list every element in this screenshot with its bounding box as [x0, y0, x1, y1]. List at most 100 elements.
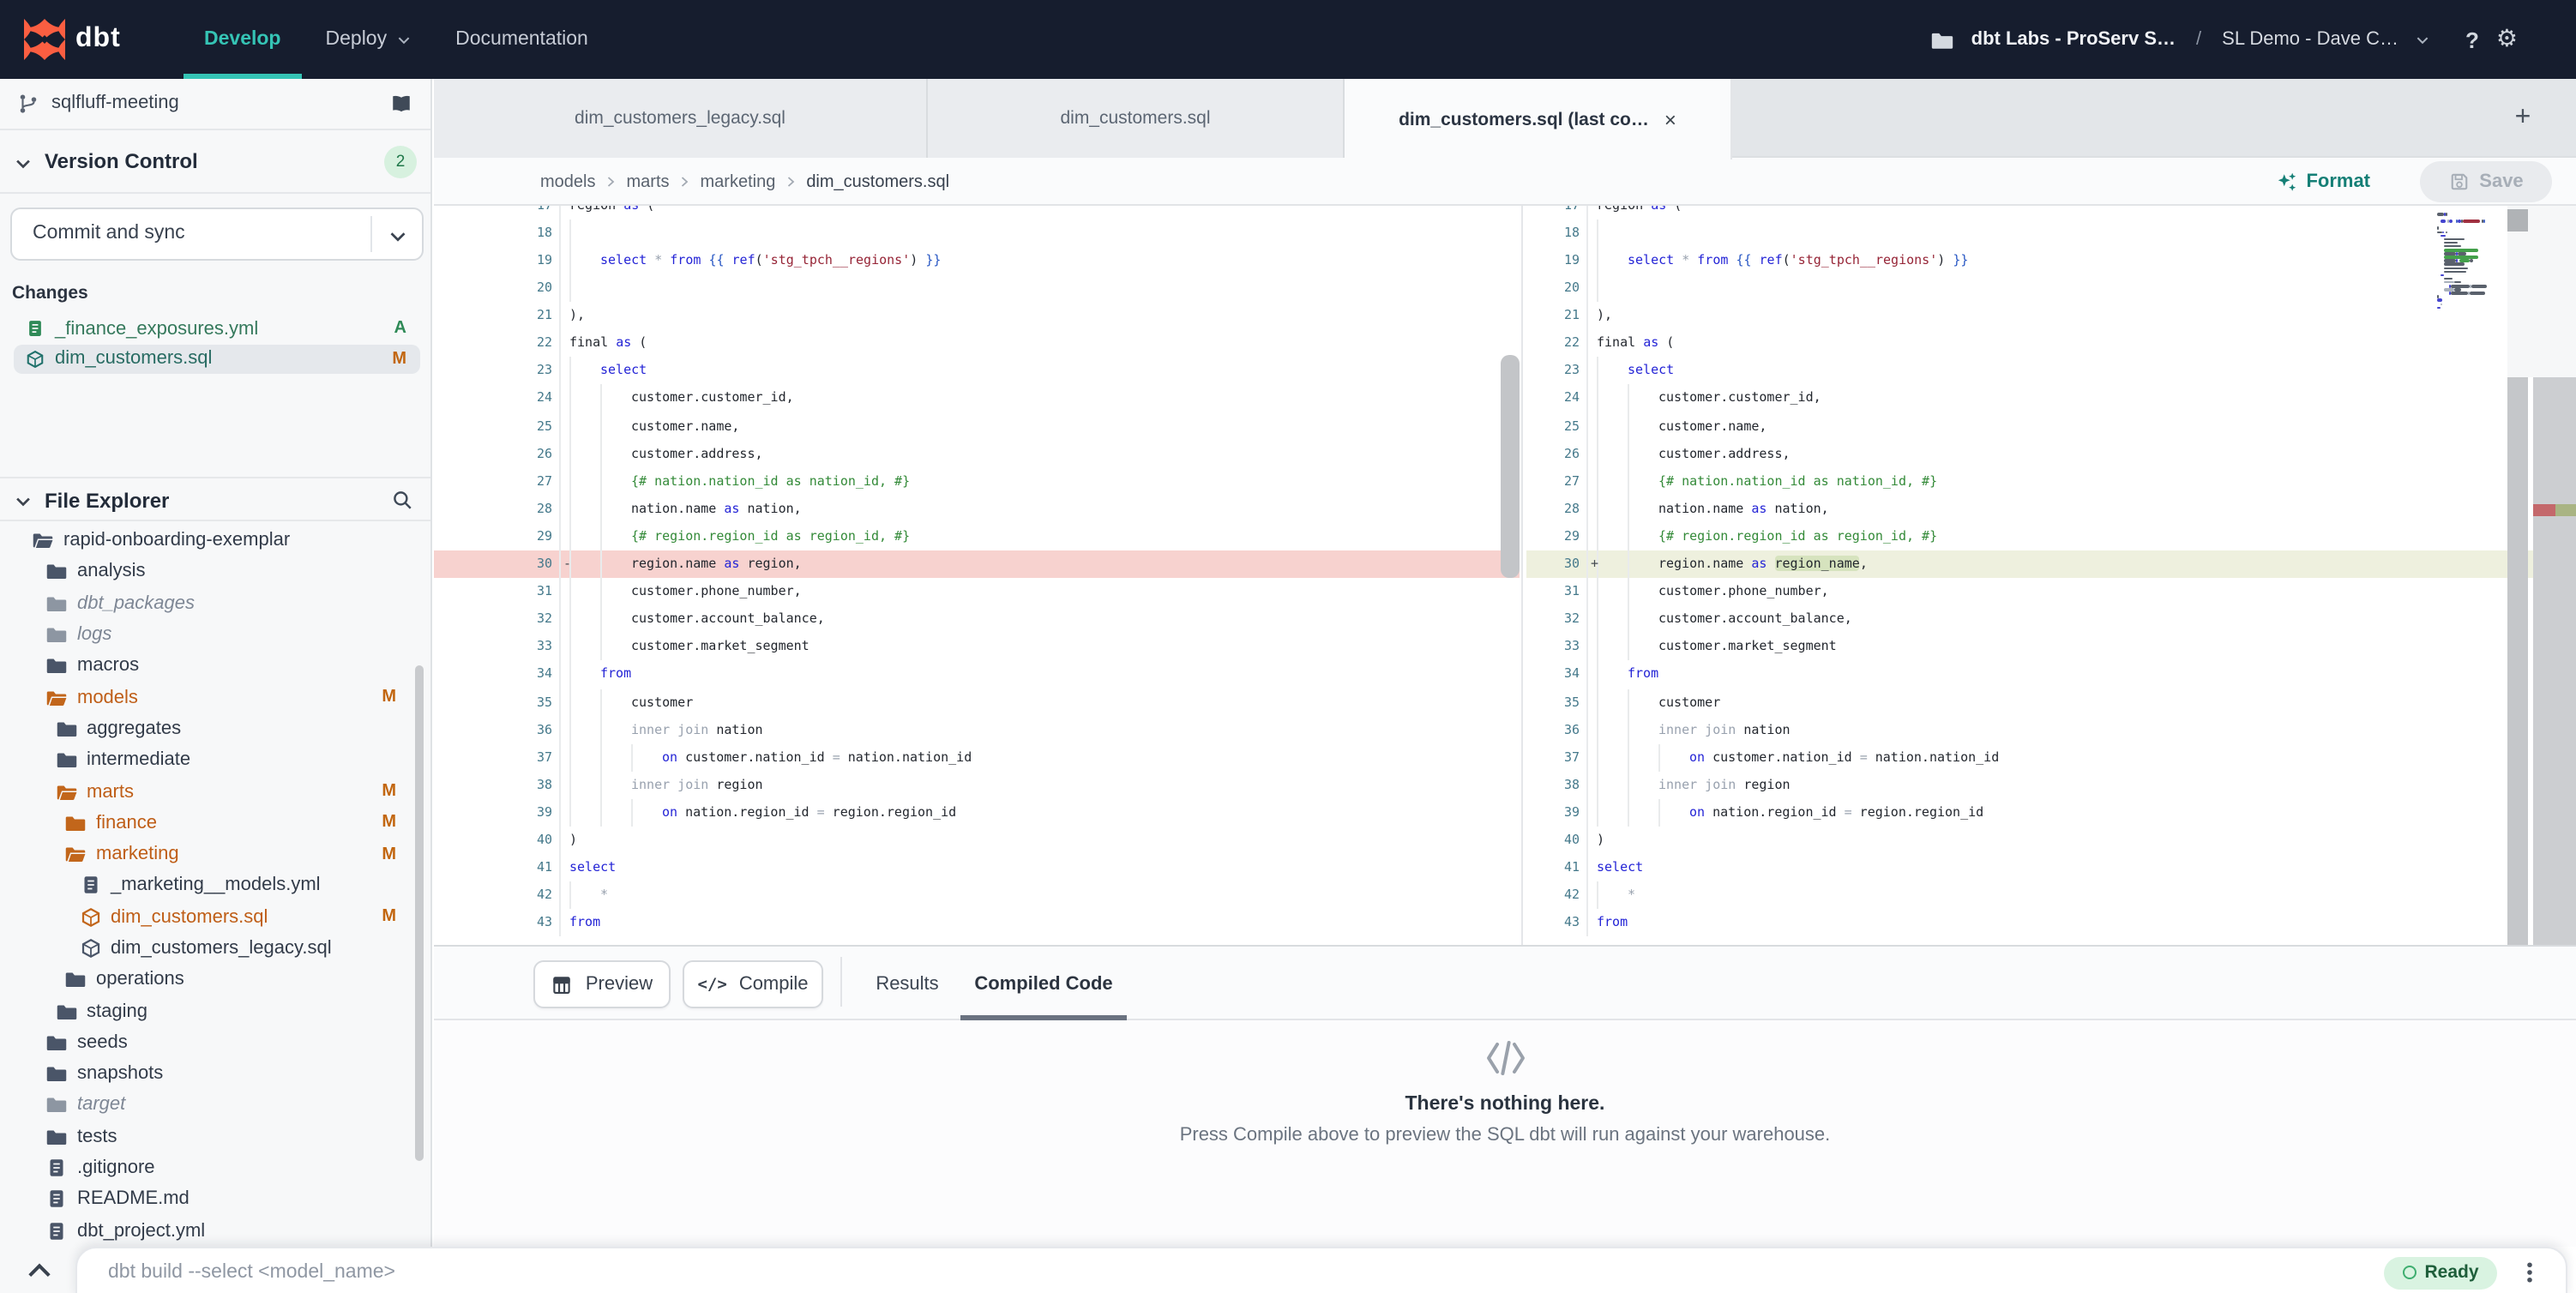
- minimap[interactable]: [2434, 213, 2506, 333]
- overview-removed-mark: [2533, 504, 2555, 516]
- tree-item-dim-customers-sql[interactable]: dim_customers.sqlM: [0, 901, 430, 933]
- tree-item-snapshots[interactable]: snapshots: [0, 1058, 430, 1090]
- breadcrumb-row: models marts marketing dim_customers.sql Fo…: [434, 158, 2576, 206]
- tree-item-dbt-project-yml[interactable]: dbt_project.yml: [0, 1215, 430, 1247]
- tree-item-label: aggregates: [87, 719, 181, 739]
- line-number: 39: [1526, 799, 1588, 827]
- line-number: 42: [434, 881, 561, 909]
- breadcrumb-item[interactable]: dim_customers.sql: [806, 172, 949, 191]
- line-number: 18: [434, 220, 561, 247]
- dbt-logo[interactable]: dbt: [24, 19, 121, 60]
- editor-tab-1[interactable]: dim_customers.sql: [928, 79, 1345, 158]
- tree-item-marketing[interactable]: marketingM: [0, 839, 430, 870]
- code-line-21: 21),: [1526, 302, 2576, 329]
- tree-item-staging[interactable]: staging: [0, 995, 430, 1027]
- nav-item-deploy[interactable]: Deploy: [326, 0, 412, 79]
- save-floppy-icon: [2448, 171, 2469, 192]
- tab-results[interactable]: Results: [870, 947, 945, 1020]
- format-button[interactable]: Format: [2275, 158, 2370, 206]
- format-label: Format: [2306, 171, 2370, 192]
- file-tree: rapid-onboarding-exemplaranalysisdbt_pac…: [0, 525, 430, 1247]
- line-number: 38: [1526, 772, 1588, 799]
- file-explorer-header[interactable]: File Explorer: [0, 477, 430, 521]
- tree-item--marketing-models-yml[interactable]: _marketing__models.yml: [0, 870, 430, 902]
- editor-scrollbar[interactable]: [2507, 377, 2528, 945]
- code-line-43: 43from: [434, 910, 1520, 937]
- diff-pane-modified[interactable]: 17region as (1819select * from {{ ref('s…: [1526, 206, 2576, 945]
- status-label: Ready: [2424, 1262, 2478, 1283]
- tree-item-logs[interactable]: logs: [0, 619, 430, 651]
- code-text: ),: [1588, 302, 2576, 329]
- code-line-22: 22final as (: [1526, 330, 2576, 358]
- tree-item-dim-customers-legacy-sql[interactable]: dim_customers_legacy.sql: [0, 933, 430, 965]
- code-text: region.name as region,: [561, 550, 1520, 578]
- new-tab-button[interactable]: +: [2504, 99, 2542, 137]
- git-branch-row[interactable]: sqlfluff-meeting: [0, 79, 430, 130]
- version-control-header[interactable]: Version Control 2: [0, 130, 430, 194]
- diff-overview-ruler[interactable]: [2533, 377, 2576, 945]
- line-number: 23: [434, 358, 561, 385]
- save-button[interactable]: Save: [2420, 161, 2552, 202]
- model-icon: [26, 350, 45, 369]
- tree-item-finance[interactable]: financeM: [0, 807, 430, 839]
- tree-item-label: intermediate: [87, 749, 190, 770]
- code-text: [561, 220, 1520, 247]
- code-text: from: [561, 661, 1520, 689]
- editor-tab-0[interactable]: dim_customers_legacy.sql: [434, 79, 928, 158]
- tree-item-label: marketing: [96, 844, 179, 864]
- change-item[interactable]: _finance_exposures.ymlA: [0, 314, 430, 344]
- code-line-33: 33customer.market_segment: [1526, 634, 2576, 661]
- code-line-38: 38inner join region: [434, 772, 1520, 799]
- tree-item-marts[interactable]: martsM: [0, 776, 430, 808]
- project-selector[interactable]: SL Demo - Dave C…: [2222, 29, 2398, 50]
- tree-item-macros[interactable]: macros: [0, 650, 430, 682]
- tree-item--gitignore[interactable]: .gitignore: [0, 1152, 430, 1184]
- preview-button[interactable]: Preview: [533, 960, 671, 1008]
- command-input[interactable]: dbt build --select <model_name>: [108, 1262, 2384, 1283]
- code-text: final as (: [561, 330, 1520, 358]
- help-icon[interactable]: ?: [2465, 27, 2479, 52]
- minimap-thumb[interactable]: [2507, 209, 2528, 232]
- tree-item-rapid-onboarding-exemplar[interactable]: rapid-onboarding-exemplar: [0, 525, 430, 556]
- tab-close-icon[interactable]: ×: [1664, 111, 1676, 128]
- tree-item-intermediate[interactable]: intermediate: [0, 744, 430, 776]
- tab-compiled-code[interactable]: Compiled Code: [960, 947, 1127, 1020]
- account-name[interactable]: dbt Labs - ProServ S…: [1971, 29, 2176, 50]
- settings-gear-icon[interactable]: ⚙: [2496, 26, 2518, 53]
- change-item[interactable]: dim_customers.sqlM: [0, 344, 430, 374]
- folder-icon: [56, 1001, 76, 1021]
- commit-and-sync-button[interactable]: Commit and sync: [10, 207, 424, 261]
- account-folder-icon: [1932, 28, 1954, 51]
- tree-item-target[interactable]: target: [0, 1090, 430, 1122]
- dbt-logo-icon: [24, 19, 65, 60]
- left-pane-scrollbar[interactable]: [1501, 355, 1520, 578]
- tree-item-tests[interactable]: tests: [0, 1121, 430, 1152]
- code-text: select: [1588, 358, 2576, 385]
- breadcrumb-item[interactable]: marts: [627, 172, 670, 191]
- sidebar-scrollbar[interactable]: [415, 665, 424, 1161]
- tree-item-aggregates[interactable]: aggregates: [0, 713, 430, 745]
- code-text: *: [561, 881, 1520, 909]
- commit-options-chevron-icon[interactable]: [388, 226, 408, 247]
- diff-pane-original[interactable]: 17region as (1819select * from {{ ref('s…: [434, 206, 1520, 945]
- tree-item-seeds[interactable]: seeds: [0, 1027, 430, 1059]
- tree-item-models[interactable]: modelsM: [0, 682, 430, 713]
- breadcrumb-item[interactable]: models: [540, 172, 596, 191]
- code-text: nation.name as nation,: [561, 496, 1520, 523]
- tree-item-operations[interactable]: operations: [0, 964, 430, 995]
- tree-item-readme-md[interactable]: README.md: [0, 1183, 430, 1215]
- docs-book-icon[interactable]: [389, 93, 413, 115]
- compile-button[interactable]: </> Compile: [683, 960, 823, 1008]
- tree-item-dbt-packages[interactable]: dbt_packages: [0, 587, 430, 619]
- breadcrumb-item[interactable]: marketing: [701, 172, 776, 191]
- code-text: {# region.region_id as region_id, #}: [1588, 523, 2576, 550]
- nav-item-develop[interactable]: Develop: [204, 0, 281, 79]
- file-search-icon[interactable]: [391, 489, 413, 511]
- nav-item-documentation[interactable]: Documentation: [455, 0, 588, 79]
- project-chevron-down-icon[interactable]: [2416, 32, 2431, 47]
- code-line-32: 32customer.account_balance,: [1526, 605, 2576, 633]
- tree-item-analysis[interactable]: analysis: [0, 556, 430, 588]
- expand-panel-chevron-up-icon[interactable]: [24, 1255, 55, 1286]
- kebab-menu-icon[interactable]: [2518, 1259, 2542, 1286]
- editor-tab-2[interactable]: dim_customers.sql (last co…×: [1345, 79, 1732, 159]
